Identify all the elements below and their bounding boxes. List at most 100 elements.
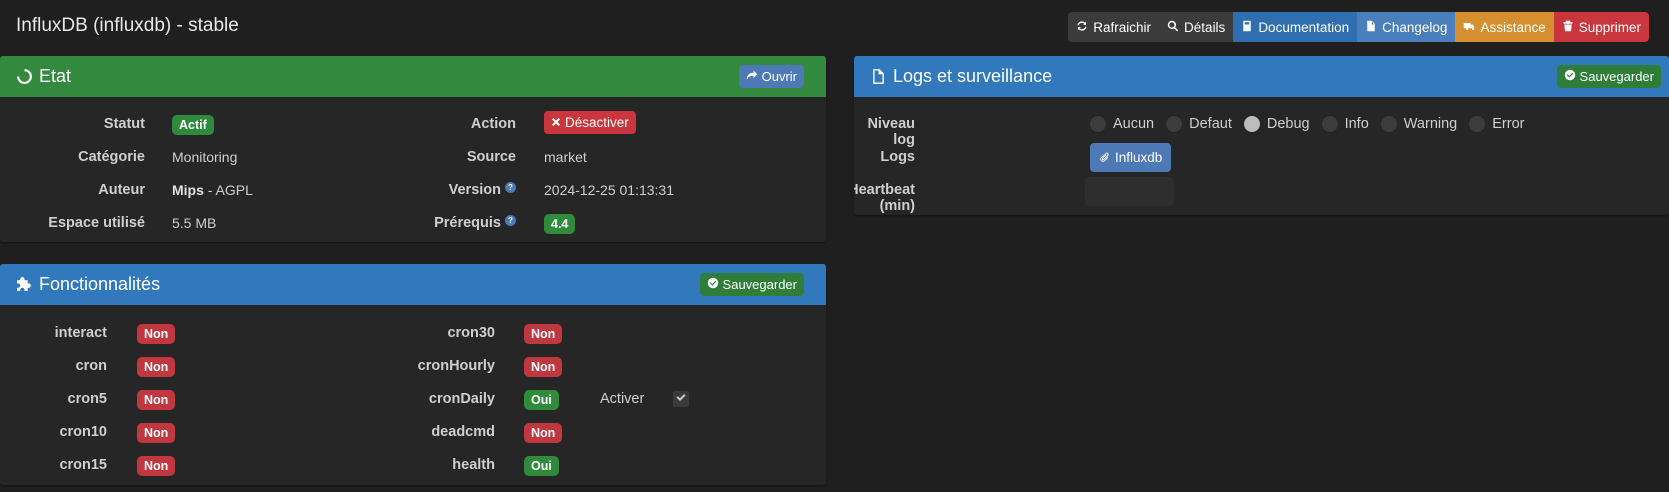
feature-badge: Oui [524,390,559,410]
feature-label: cron15 [59,457,107,473]
action-label: Action [470,116,516,132]
open-label: Ouvrir [761,69,797,84]
feature-badge: Non [524,324,563,344]
auteur-value: Mips - AGPL [172,182,253,198]
radio-defaut[interactable]: Defaut [1166,116,1232,132]
puzzle-icon [16,276,33,293]
deactivate-button[interactable]: Désactiver [544,111,636,134]
feature-label: cron [75,358,107,374]
statut-badge: Actif [172,115,214,135]
feature-label: deadcmd [431,424,495,440]
close-icon [551,115,561,130]
niveau-label: Niveau log [867,116,915,148]
toolbar: Rafraichir Détails Documentation Changel… [1068,12,1649,42]
categorie-value: Monitoring [172,149,238,165]
delete-label: Supprimer [1578,19,1641,35]
logs-influxdb-button[interactable]: Influxdb [1090,143,1172,172]
feature-badge: Non [137,324,176,344]
delete-button[interactable]: Supprimer [1553,12,1649,42]
logs-header: Logs et surveillance Sauvegarder [854,56,1669,97]
documentation-label: Documentation [1258,19,1350,35]
etat-title: Etat [39,66,72,86]
radio-aucun[interactable]: Aucun [1090,116,1154,132]
check-circle-icon [1564,69,1576,84]
logs-influxdb-label: Influxdb [1115,150,1163,165]
details-button[interactable]: Détails [1159,12,1234,42]
fonctionnalites-panel: Fonctionnalités Sauvegarder interact Non… [0,264,826,485]
feature-label: cron30 [447,325,495,341]
spinner-icon [16,68,33,85]
ambulance-icon [1463,20,1475,35]
check-circle-icon [707,277,719,292]
radio-warning[interactable]: Warning [1380,116,1457,132]
radio-debug[interactable]: Debug [1243,116,1310,132]
book-icon [1241,20,1253,35]
espace-label: Espace utilisé [48,215,145,231]
help-icon[interactable]: ? [505,182,516,193]
file-icon [1365,20,1377,35]
file-icon [870,68,887,85]
feature-badge: Non [137,357,176,377]
statut-label: Statut [103,116,145,132]
logs-label: Logs [880,149,915,165]
feature-badge: Non [524,423,563,443]
fonctionnalites-save-label: Sauvegarder [722,277,797,292]
assistance-label: Assistance [1480,19,1546,35]
help-icon[interactable]: ? [505,215,516,226]
search-icon [1167,20,1179,35]
fonctionnalites-title: Fonctionnalités [39,274,161,294]
fonctionnalites-header: Fonctionnalités Sauvegarder [0,264,826,305]
feature-label: cronHourly [417,358,495,374]
details-label: Détails [1184,19,1226,35]
changelog-button[interactable]: Changelog [1357,12,1456,42]
feature-badge: Non [137,456,176,476]
logs-title: Logs et surveillance [893,66,1053,86]
feature-badge: Non [524,357,563,377]
prerequis-label: Prérequis? [434,215,516,231]
feature-badge: Non [137,423,176,443]
etat-panel: Etat Ouvrir Statut Actif Catégorie Monit… [0,56,826,242]
auteur-license: - AGPL [203,182,253,198]
log-level-radios: Aucun Defaut Debug Info Warning Error [1090,116,1536,132]
source-label: Source [466,149,516,165]
source-value: market [544,149,587,165]
activer-checkbox[interactable] [673,391,689,407]
radio-error[interactable]: Error [1469,116,1524,132]
refresh-label: Rafraichir [1093,19,1152,35]
logs-panel: Logs et surveillance Sauvegarder Niveau … [854,56,1669,215]
prerequis-badge: 4.4 [544,214,576,234]
paperclip-icon [1099,150,1110,165]
changelog-label: Changelog [1382,19,1448,35]
feature-label: cronDaily [428,391,495,407]
refresh-icon [1076,20,1088,35]
etat-header: Etat Ouvrir [0,56,826,97]
logs-save-label: Sauvegarder [1579,69,1654,84]
feature-label: health [452,457,495,473]
feature-badge: Non [137,390,176,410]
version-label: Version? [449,182,516,198]
auteur-name: Mips [172,182,204,198]
espace-value: 5.5 MB [172,215,217,231]
trash-icon [1562,20,1574,35]
feature-label: interact [54,325,107,341]
heartbeat-label: Heartbeat (min) [854,182,915,214]
deactivate-label: Désactiver [565,115,629,130]
version-value: 2024-12-25 01:13:31 [544,182,674,198]
categorie-label: Catégorie [78,149,145,165]
feature-badge: Oui [524,456,559,476]
auteur-label: Auteur [98,182,145,198]
radio-info[interactable]: Info [1321,116,1369,132]
documentation-button[interactable]: Documentation [1233,12,1358,42]
fonctionnalites-save-button[interactable]: Sauvegarder [699,273,804,296]
page-title: InfluxDB (influxdb) - stable [16,15,239,36]
share-icon [746,69,758,84]
feature-label: cron10 [59,424,107,440]
activer-label: Activer [600,391,645,407]
feature-label: cron5 [67,391,108,407]
heartbeat-input[interactable] [1085,177,1174,206]
assistance-button[interactable]: Assistance [1455,12,1554,42]
check-icon [675,390,687,408]
logs-save-button[interactable]: Sauvegarder [1556,65,1661,88]
open-button[interactable]: Ouvrir [738,65,804,88]
refresh-button[interactable]: Rafraichir [1068,12,1160,42]
